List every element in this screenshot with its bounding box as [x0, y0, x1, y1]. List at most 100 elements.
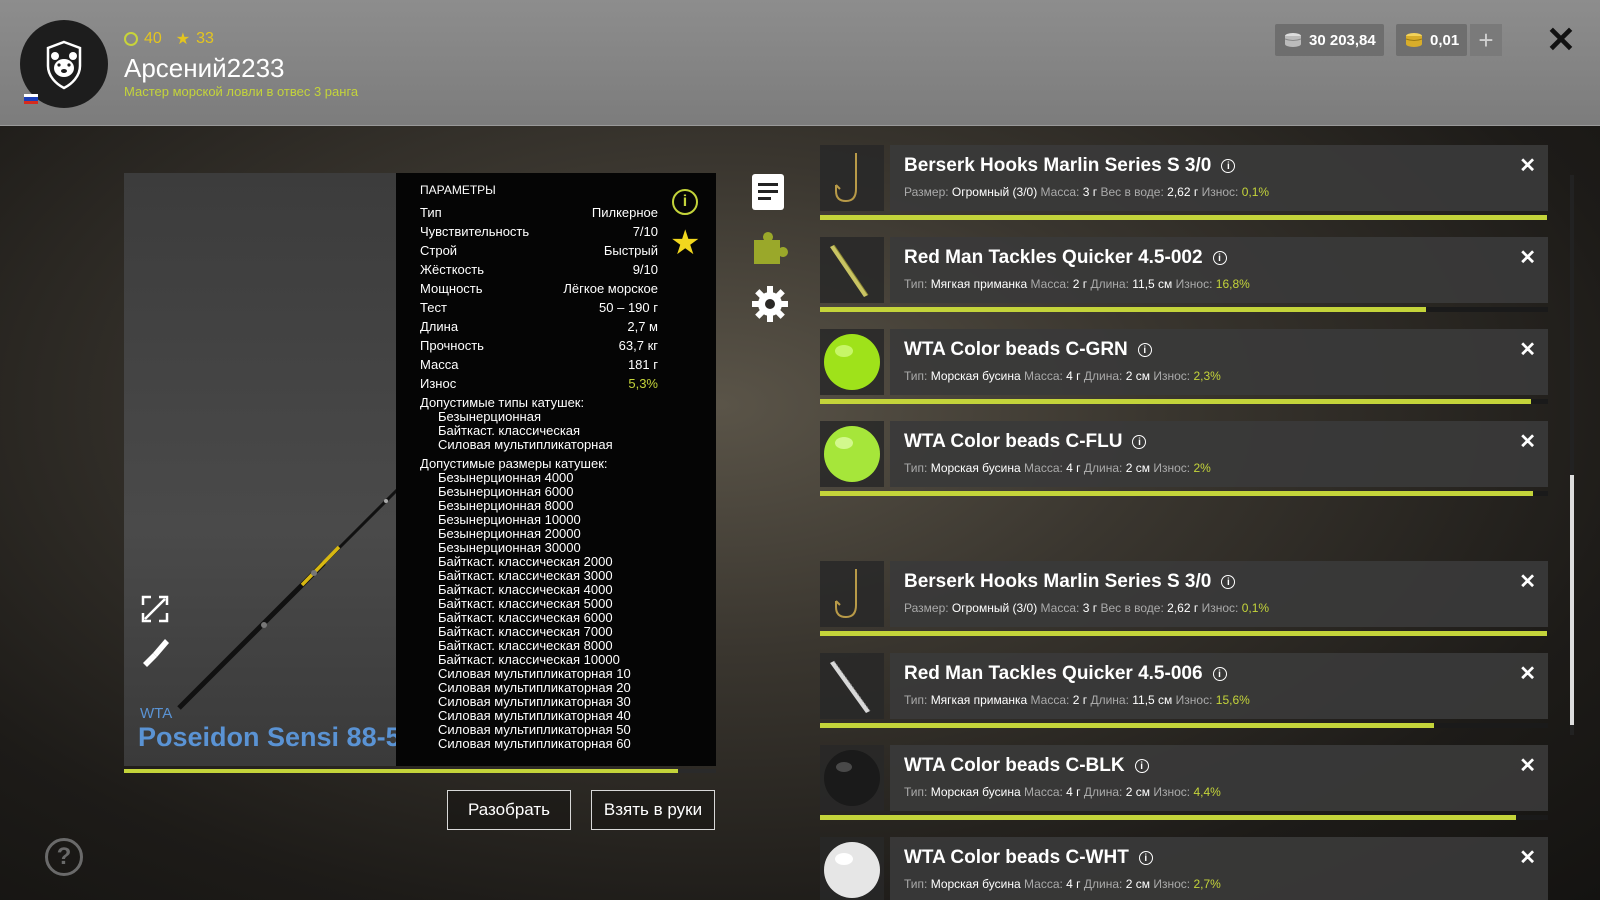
- silver-coins-icon: [1284, 33, 1302, 47]
- info-icon[interactable]: i: [1132, 435, 1147, 449]
- scrollbar-thumb[interactable]: [1570, 475, 1574, 725]
- param-value: 9/10: [632, 262, 658, 277]
- detail-value: 4 г: [1066, 877, 1081, 891]
- remove-tackle-icon[interactable]: ✕: [1519, 845, 1536, 870]
- hook-thumbnail: [820, 561, 884, 627]
- remove-tackle-icon[interactable]: ✕: [1519, 153, 1536, 178]
- detail-label: Масса:: [1030, 277, 1070, 291]
- tackle-list[interactable]: Berserk Hooks Marlin Series S 3/0 i Размер…: [820, 145, 1548, 900]
- notes-icon[interactable]: [750, 172, 786, 210]
- reel-size-item: Силовая мультипликаторная 40: [438, 708, 631, 723]
- param-value: Пилкерное: [591, 205, 658, 220]
- knife-icon[interactable]: [139, 635, 171, 667]
- remove-tackle-icon[interactable]: ✕: [1519, 245, 1536, 270]
- tackle-info: Berserk Hooks Marlin Series S 3/0 i Размер…: [890, 561, 1548, 627]
- detail-value: Огромный (3/0): [951, 601, 1038, 615]
- tackle-item[interactable]: WTA Color beads C-BLK i Тип: Морская бусин…: [820, 745, 1548, 827]
- tackle-wear-bar: [820, 723, 1548, 728]
- detail-value: Морская бусина: [930, 877, 1021, 891]
- info-icon[interactable]: i: [672, 189, 698, 215]
- params-title: ПАРАМЕТРЫ: [420, 183, 496, 197]
- tackle-item[interactable]: Berserk Hooks Marlin Series S 3/0 i Размер…: [820, 561, 1548, 643]
- detail-value: 4 г: [1066, 785, 1081, 799]
- tackle-name: Red Man Tackles Quicker 4.5-006: [904, 663, 1203, 684]
- tackle-item[interactable]: Red Man Tackles Quicker 4.5-002 i Тип: Мяг…: [820, 237, 1548, 319]
- flag-icon: [24, 94, 38, 104]
- add-currency-button[interactable]: +: [1470, 24, 1502, 56]
- tackle-title: Red Man Tackles Quicker 4.5-002 i: [904, 247, 1227, 269]
- tackle-details: Тип: Морская бусина Масса: 4 г Длина: 2 …: [904, 785, 1221, 799]
- tackle-details: Размер: Огромный (3/0) Масса: 3 г Вес в …: [904, 185, 1269, 199]
- hook-thumbnail: [820, 145, 884, 211]
- remove-tackle-icon[interactable]: ✕: [1519, 569, 1536, 594]
- info-icon[interactable]: i: [1134, 759, 1149, 773]
- param-value: 5,3%: [628, 376, 658, 391]
- tackle-item[interactable]: WTA Color beads C-GRN i Тип: Морская бусин…: [820, 329, 1548, 411]
- bead-thumbnail: [820, 745, 884, 811]
- info-icon[interactable]: i: [1137, 343, 1152, 357]
- detail-value: Мягкая приманка: [930, 277, 1028, 291]
- settings-gear-icon[interactable]: [750, 284, 788, 322]
- tackle-name: Berserk Hooks Marlin Series S 3/0: [904, 571, 1212, 592]
- user-title: Мастер морской ловли в отвес 3 ранга: [124, 84, 359, 99]
- reel-size-item: Силовая мультипликаторная 60: [438, 736, 631, 751]
- remove-tackle-icon[interactable]: ✕: [1519, 337, 1536, 362]
- detail-label: Масса:: [1040, 185, 1080, 199]
- reel-size-item: Байткаст. классическая 10000: [438, 652, 620, 667]
- puzzle-icon[interactable]: [750, 228, 788, 264]
- close-button[interactable]: ✕: [1543, 22, 1579, 58]
- info-icon[interactable]: i: [1221, 575, 1236, 589]
- wear-value: 2,7%: [1193, 877, 1221, 891]
- rank-value: 33: [196, 30, 214, 47]
- silver-value: 30 203,84: [1309, 31, 1376, 49]
- remove-tackle-icon[interactable]: ✕: [1519, 753, 1536, 778]
- param-value: 63,7 кг: [618, 338, 658, 353]
- wear-value: 0,1%: [1241, 601, 1270, 615]
- fullscreen-icon[interactable]: [139, 593, 171, 625]
- info-icon[interactable]: i: [1212, 667, 1227, 681]
- tackle-wear-bar: [820, 399, 1548, 404]
- wear-label: Износ:: [1153, 877, 1191, 891]
- detail-value: 4 г: [1066, 461, 1081, 475]
- info-icon[interactable]: i: [1212, 251, 1227, 265]
- remove-tackle-icon[interactable]: ✕: [1519, 661, 1536, 686]
- detail-label: Тип:: [904, 461, 928, 475]
- detail-value: 3 г: [1082, 601, 1098, 615]
- wear-label: Износ:: [1175, 693, 1213, 707]
- scrollbar[interactable]: [1570, 175, 1574, 735]
- disassemble-button[interactable]: Разобрать: [447, 790, 571, 830]
- reel-type-item: Безынерционная: [438, 409, 541, 424]
- help-button[interactable]: ?: [45, 838, 83, 876]
- tackle-wear-fill: [820, 723, 1435, 728]
- reel-size-item: Силовая мультипликаторная 20: [438, 680, 631, 695]
- param-row: Масса 181 г: [420, 355, 658, 374]
- tackle-item[interactable]: WTA Color beads C-FLU i Тип: Морская бусин…: [820, 421, 1548, 503]
- tackle-wear-fill: [820, 815, 1516, 820]
- param-row: Жёсткость 9/10: [420, 260, 658, 279]
- reel-size-item: Безынерционная 10000: [438, 512, 581, 527]
- remove-tackle-icon[interactable]: ✕: [1519, 429, 1536, 454]
- detail-value: 2 г: [1072, 693, 1088, 707]
- tackle-title: WTA Color beads C-WHT i: [904, 847, 1153, 869]
- bear-icon: [46, 40, 82, 90]
- tackle-wear-fill: [820, 631, 1548, 636]
- param-label: Тест: [420, 300, 447, 315]
- tackle-item[interactable]: Berserk Hooks Marlin Series S 3/0 i Размер…: [820, 145, 1548, 227]
- rod-wear-fill: [124, 769, 678, 773]
- favorite-star-icon[interactable]: ★: [670, 226, 700, 260]
- tackle-item[interactable]: WTA Color beads C-WHT i Тип: Морская бусин…: [820, 837, 1548, 900]
- player-stats: 40 ★ 33: [124, 29, 214, 49]
- tackle-title: WTA Color beads C-GRN i: [904, 339, 1152, 361]
- param-label: Масса: [420, 357, 459, 372]
- detail-label: Тип:: [904, 693, 928, 707]
- gold-balance: 0,01: [1396, 24, 1468, 56]
- info-icon[interactable]: i: [1138, 851, 1153, 865]
- level-icon: [124, 32, 138, 46]
- tackle-item[interactable]: Red Man Tackles Quicker 4.5-006 i Тип: Мяг…: [820, 653, 1548, 735]
- take-in-hands-button[interactable]: Взять в руки: [591, 790, 715, 830]
- wear-label: Износ:: [1153, 785, 1191, 799]
- tackle-wear-bar: [820, 491, 1548, 496]
- reel-size-item: Байткаст. классическая 4000: [438, 582, 613, 597]
- info-icon[interactable]: i: [1221, 159, 1236, 173]
- detail-value: 2 см: [1125, 785, 1150, 799]
